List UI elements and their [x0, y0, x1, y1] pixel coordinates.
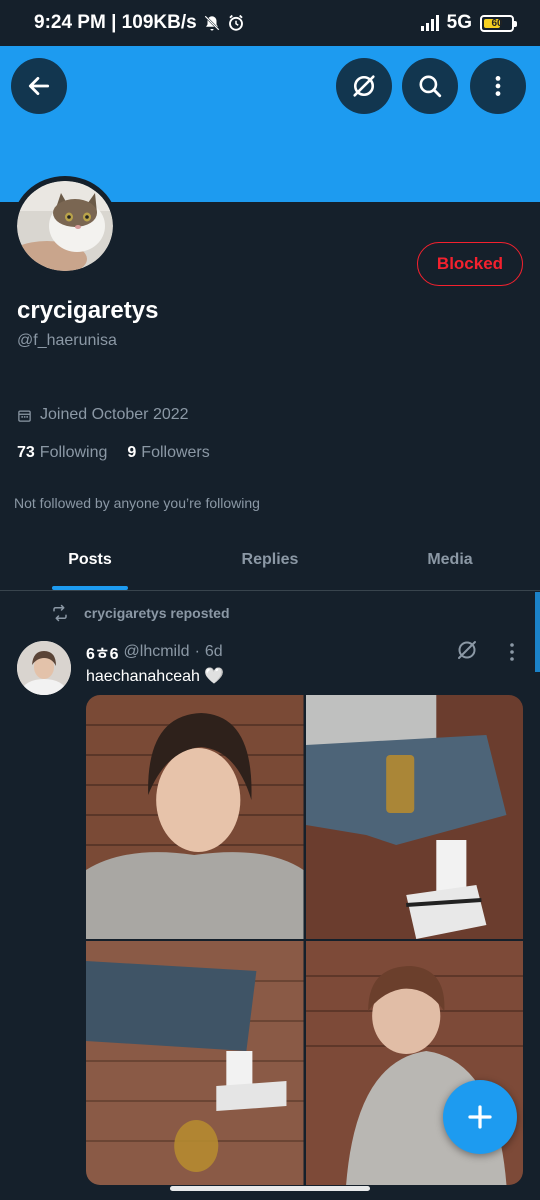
profile-handle: @f_haerunisa — [17, 332, 117, 349]
alarm-icon — [228, 14, 243, 31]
calendar-icon — [18, 410, 31, 422]
photo-portrait-image — [86, 695, 304, 939]
tab-posts[interactable]: Posts — [0, 530, 180, 590]
display-name: crycigaretys — [17, 297, 159, 324]
more-button[interactable] — [470, 58, 526, 114]
arrow-left-icon — [28, 77, 50, 95]
following-label: Following — [39, 444, 108, 461]
followers-link[interactable]: 9 Followers — [127, 444, 209, 462]
tab-replies[interactable]: Replies — [180, 530, 360, 590]
tweet-grok-button[interactable] — [455, 638, 479, 667]
tab-media[interactable]: Media — [360, 530, 540, 590]
joined-text: Joined October 2022 — [40, 406, 189, 423]
network-type: 5G — [446, 12, 472, 33]
followers-count: 9 — [127, 444, 137, 461]
battery-icon: 60 — [480, 14, 517, 32]
tweet-author-handle[interactable]: @lhcmild — [124, 643, 190, 661]
tweet-header: 6ㅎ6 @lhcmild · 6d — [86, 640, 223, 664]
media-photo-1[interactable] — [86, 695, 304, 939]
plus-icon — [468, 1105, 492, 1129]
search-icon — [419, 75, 442, 98]
status-right: 5G 60 — [420, 12, 517, 34]
photo-drink-legs-image — [305, 695, 523, 939]
repost-icon — [53, 604, 67, 622]
cat-avatar-image — [17, 181, 113, 271]
repost-indicator: crycigaretys reposted — [50, 604, 230, 622]
status-bar: 9:24 PM | 109KB/s 5G 60 — [0, 0, 540, 46]
not-followed-notice: Not followed by anyone you’re following — [14, 495, 260, 511]
media-photo-2[interactable] — [305, 695, 523, 939]
more-vertical-icon — [495, 76, 501, 96]
author-avatar-image — [17, 641, 71, 695]
compose-button[interactable] — [443, 1080, 517, 1154]
followers-label: Followers — [141, 444, 210, 461]
following-link[interactable]: 73 Following — [17, 444, 107, 462]
tweet-text: haechanahceah 🤍 — [86, 668, 225, 685]
tweet-more-button[interactable] — [502, 640, 522, 669]
home-indicator[interactable] — [170, 1186, 370, 1191]
tweet-author-name[interactable]: 6ㅎ6 — [86, 640, 119, 664]
photo-sitting-image — [86, 941, 304, 1185]
grok-icon — [353, 75, 375, 97]
signal-icon — [420, 15, 439, 31]
blocked-button[interactable]: Blocked — [417, 242, 523, 286]
joined-date: Joined October 2022 — [17, 406, 189, 424]
status-time: 9:24 PM | 109KB/s — [34, 12, 197, 33]
scrollbar-thumb[interactable] — [535, 592, 540, 672]
more-vertical-icon — [510, 643, 514, 661]
battery-level: 60 — [491, 17, 503, 29]
grok-button[interactable] — [336, 58, 392, 114]
tweet-separator: · — [194, 643, 200, 660]
following-count: 73 — [17, 444, 35, 461]
repost-label: crycigaretys reposted — [84, 605, 230, 621]
status-left: 9:24 PM | 109KB/s — [34, 12, 245, 34]
media-photo-3[interactable] — [86, 941, 304, 1185]
profile-avatar[interactable] — [12, 176, 118, 276]
tweet-author-avatar[interactable] — [17, 641, 71, 695]
bell-mute-icon — [204, 15, 220, 31]
search-button[interactable] — [402, 58, 458, 114]
tweet-age: 6d — [204, 643, 223, 660]
follow-stats: 73 Following 9 Followers — [17, 444, 210, 462]
profile-tabs: Posts Replies Media — [0, 530, 540, 591]
back-button[interactable] — [11, 58, 67, 114]
grok-icon — [458, 641, 476, 659]
